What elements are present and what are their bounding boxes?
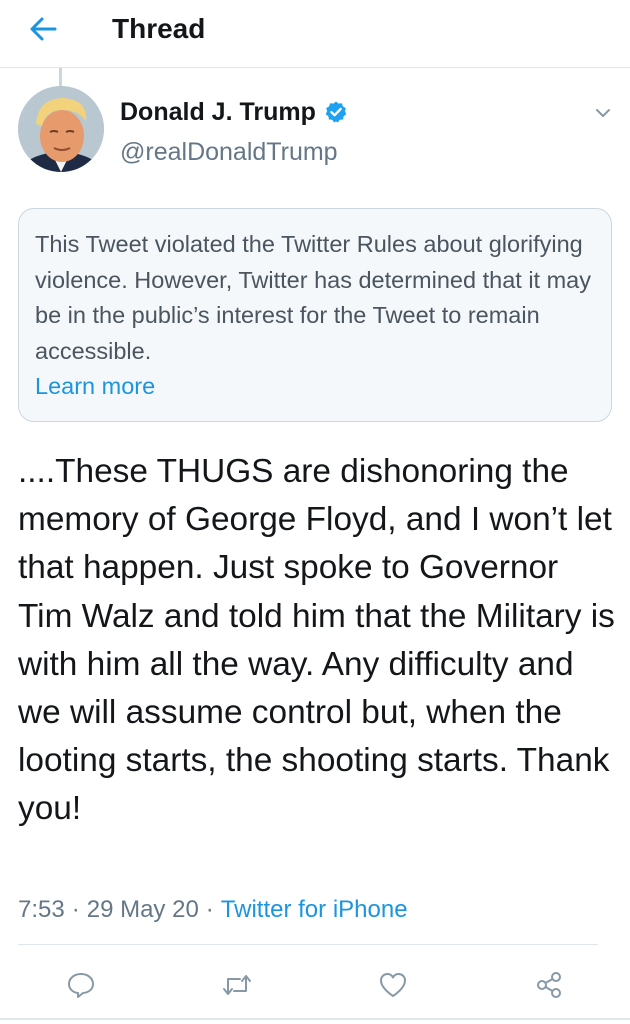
- share-icon: [537, 972, 561, 998]
- back-button[interactable]: [26, 12, 60, 46]
- heart-icon: [380, 973, 406, 997]
- top-bar: Thread: [0, 0, 630, 68]
- author-name-row[interactable]: Donald J. Trump: [120, 96, 348, 128]
- avatar-portrait: [18, 86, 104, 172]
- page-title: Thread: [112, 13, 206, 44]
- learn-more-link[interactable]: Learn more: [35, 369, 155, 405]
- author-name: Donald J. Trump: [120, 98, 316, 126]
- tweet-options-button[interactable]: [590, 100, 616, 126]
- retweet-icon: [223, 975, 251, 995]
- tweet-actions-bar: [0, 962, 630, 1008]
- bottom-divider: [0, 1018, 630, 1020]
- meta-separator: ·: [205, 896, 214, 923]
- retweet-button[interactable]: [220, 968, 254, 1002]
- reply-button[interactable]: [64, 968, 98, 1002]
- tweet-date: 29 May 20: [86, 896, 199, 923]
- avatar[interactable]: [18, 86, 104, 172]
- like-button[interactable]: [376, 968, 410, 1002]
- tweet-source-link[interactable]: Twitter for iPhone: [221, 894, 408, 926]
- share-button[interactable]: [532, 968, 566, 1002]
- tweet-meta: 7:53 · 29 May 20 · Twitter for iPhone: [18, 894, 408, 926]
- rule-violation-notice: This Tweet violated the Twitter Rules ab…: [18, 208, 612, 422]
- arrow-left-icon: [30, 17, 57, 41]
- reply-icon: [68, 973, 94, 998]
- divider: [18, 944, 598, 945]
- tweet-body: ....These THUGS are dishonoring the memo…: [18, 453, 615, 828]
- chevron-down-icon: [596, 109, 610, 117]
- tweet-time: 7:53: [18, 896, 65, 923]
- notice-text: This Tweet violated the Twitter Rules ab…: [35, 231, 591, 364]
- thread-connector-line: [59, 68, 62, 86]
- author-handle[interactable]: @realDonaldTrump: [120, 136, 338, 168]
- meta-separator: ·: [71, 896, 80, 923]
- verified-badge-icon: [325, 101, 347, 123]
